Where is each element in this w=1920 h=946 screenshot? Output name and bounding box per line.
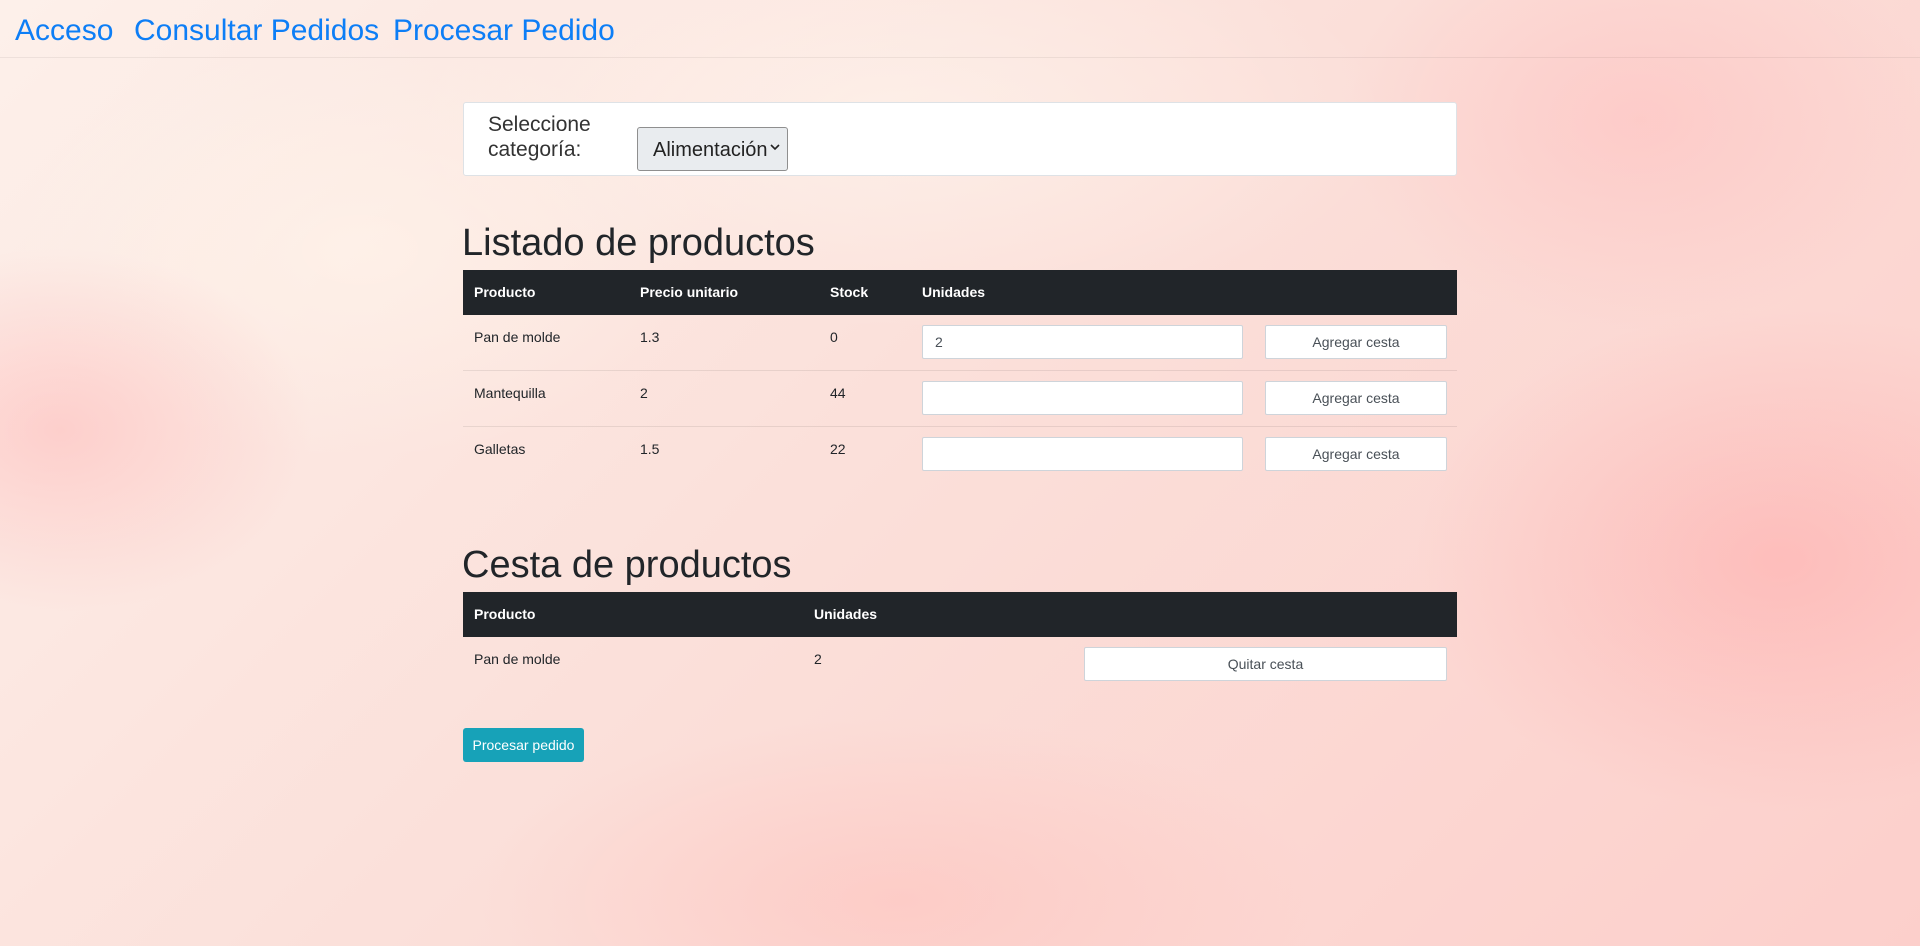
category-select-value: Alimentación xyxy=(653,139,768,161)
units-input[interactable] xyxy=(922,381,1243,415)
nav-link-procesar-pedido[interactable]: Procesar Pedido xyxy=(393,12,615,50)
product-stock: 44 xyxy=(830,385,846,401)
product-price: 1.3 xyxy=(640,329,660,345)
product-row: Galletas 1.5 22 Agregar cesta xyxy=(463,427,1457,483)
add-to-basket-button[interactable]: Agregar cesta xyxy=(1265,381,1447,415)
product-name: Mantequilla xyxy=(474,385,546,401)
units-input[interactable]: 2 xyxy=(922,325,1243,359)
products-title: Listado de productos xyxy=(462,222,815,264)
process-order-button[interactable]: Procesar pedido xyxy=(463,728,584,762)
products-table-header: Producto Precio unitario Stock Unidades xyxy=(463,270,1457,315)
products-table: Producto Precio unitario Stock Unidades … xyxy=(463,270,1457,483)
product-row: Mantequilla 2 44 Agregar cesta xyxy=(463,371,1457,427)
header-units: Unidades xyxy=(922,284,986,300)
category-card: Seleccione categoría: Alimentación xyxy=(463,102,1457,176)
category-select[interactable]: Alimentación xyxy=(637,127,788,171)
product-price: 1.5 xyxy=(640,441,660,457)
basket-product-units: 2 xyxy=(814,651,822,667)
chevron-down-icon xyxy=(770,144,780,151)
product-stock: 22 xyxy=(830,441,846,457)
basket-row: Pan de molde 2 Quitar cesta xyxy=(463,637,1457,693)
remove-from-basket-button[interactable]: Quitar cesta xyxy=(1084,647,1447,681)
add-to-basket-button[interactable]: Agregar cesta xyxy=(1265,325,1447,359)
basket-title: Cesta de productos xyxy=(462,544,792,586)
basket-header-units: Unidades xyxy=(814,606,878,622)
add-to-basket-button[interactable]: Agregar cesta xyxy=(1265,437,1447,471)
units-input[interactable] xyxy=(922,437,1243,471)
product-stock: 0 xyxy=(830,329,838,345)
basket-header-product: Producto xyxy=(474,606,536,622)
header-price: Precio unitario xyxy=(640,284,739,300)
header-stock: Stock xyxy=(830,284,869,300)
nav-link-consultar-pedidos[interactable]: Consultar Pedidos xyxy=(134,12,379,50)
category-label: Seleccione categoría: xyxy=(488,113,591,161)
top-nav: Acceso Consultar Pedidos Procesar Pedido xyxy=(0,0,1920,58)
basket-table: Producto Unidades Pan de molde 2 Quitar … xyxy=(463,592,1457,693)
product-price: 2 xyxy=(640,385,648,401)
product-name: Galletas xyxy=(474,441,526,457)
units-input-value: 2 xyxy=(935,334,943,350)
basket-product-name: Pan de molde xyxy=(474,651,561,667)
product-name: Pan de molde xyxy=(474,329,561,345)
basket-table-header: Producto Unidades xyxy=(463,592,1457,637)
product-row: Pan de molde 1.3 0 2 Agregar cesta xyxy=(463,315,1457,371)
header-product: Producto xyxy=(474,284,536,300)
nav-link-acceso[interactable]: Acceso xyxy=(15,12,113,50)
